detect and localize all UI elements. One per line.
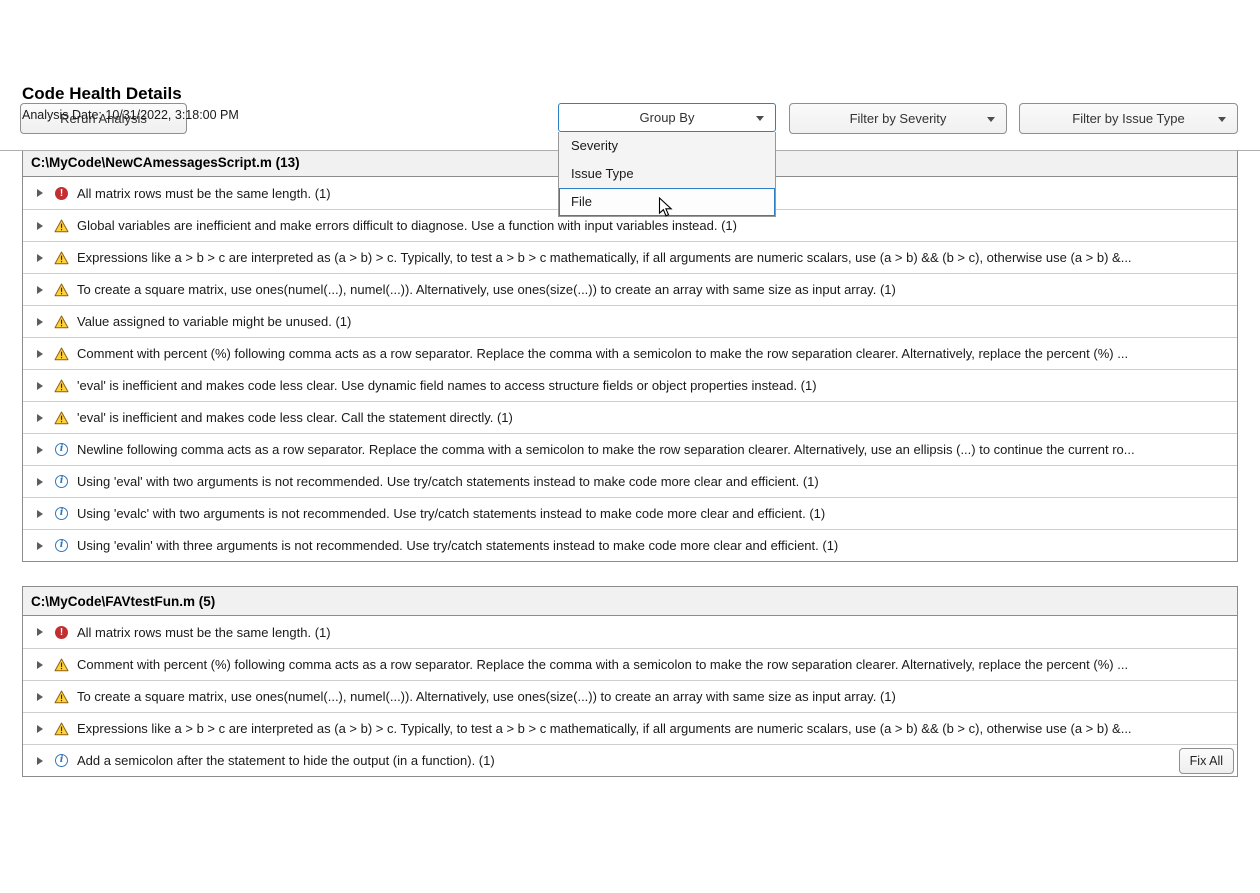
- warning-icon: [54, 722, 69, 735]
- issue-text: Comment with percent (%) following comma…: [77, 657, 1129, 672]
- issue-row[interactable]: Comment with percent (%) following comma…: [23, 337, 1237, 369]
- expand-caret-icon[interactable]: [37, 756, 43, 765]
- issue-row[interactable]: To create a square matrix, use ones(nume…: [23, 273, 1237, 305]
- analysis-date: Analysis Date: 10/31/2022, 3:18:00 PM: [22, 108, 239, 122]
- warning-icon: [54, 347, 69, 360]
- issue-row[interactable]: Expressions like a > b > c are interpret…: [23, 241, 1237, 273]
- expand-caret-icon[interactable]: [37, 381, 43, 390]
- mouse-cursor: [658, 197, 673, 217]
- warning-icon: [54, 251, 69, 264]
- info-icon: i: [55, 507, 68, 520]
- issue-text: Global variables are inefficient and mak…: [77, 218, 737, 233]
- issue-row[interactable]: Expressions like a > b > c are interpret…: [23, 712, 1237, 744]
- issue-text: Expressions like a > b > c are interpret…: [77, 250, 1132, 265]
- expand-caret-icon[interactable]: [37, 628, 43, 636]
- warning-icon: [54, 658, 69, 671]
- issue-row[interactable]: Value assigned to variable might be unus…: [23, 305, 1237, 337]
- file-group: C:\MyCode\FAVtestFun.m (5) ! All matrix r…: [22, 586, 1238, 777]
- expand-caret-icon[interactable]: [37, 253, 43, 262]
- warning-icon: [54, 219, 69, 232]
- issue-text: Value assigned to variable might be unus…: [77, 314, 352, 329]
- issue-row[interactable]: i Using 'evalc' with two arguments is not…: [23, 497, 1237, 529]
- expand-caret-icon[interactable]: [37, 413, 43, 422]
- groups-container: C:\MyCode\NewCAmessagesScript.m (13) ! Al…: [0, 147, 1260, 777]
- info-icon: i: [55, 475, 68, 488]
- warning-icon: [54, 315, 69, 328]
- issue-text: Add a semicolon after the statement to h…: [77, 753, 495, 768]
- issue-text: 'eval' is inefficient and makes code les…: [77, 378, 817, 393]
- issue-text: Expressions like a > b > c are interpret…: [77, 721, 1132, 736]
- group-rows: ! All matrix rows must be the same length…: [23, 616, 1237, 776]
- issue-text: To create a square matrix, use ones(nume…: [77, 282, 896, 297]
- issue-text: All matrix rows must be the same length.…: [77, 624, 331, 640]
- warning-icon: [54, 690, 69, 703]
- issue-text: Using 'evalin' with three arguments is n…: [77, 538, 839, 553]
- expand-caret-icon[interactable]: [37, 509, 43, 518]
- issue-row[interactable]: i Add a semicolon after the statement to …: [23, 744, 1237, 776]
- issue-text: 'eval' is inefficient and makes code les…: [77, 410, 513, 425]
- warning-icon: [54, 379, 69, 392]
- page-title: Code Health Details: [22, 84, 182, 103]
- issue-row[interactable]: 'eval' is inefficient and makes code les…: [23, 369, 1237, 401]
- issue-row[interactable]: 'eval' is inefficient and makes code les…: [23, 401, 1237, 433]
- expand-caret-icon[interactable]: [37, 660, 43, 669]
- expand-caret-icon[interactable]: [37, 189, 43, 197]
- group-rows: ! All matrix rows must be the same length…: [23, 177, 1237, 561]
- issue-row[interactable]: Comment with percent (%) following comma…: [23, 648, 1237, 680]
- warning-icon: [54, 283, 69, 296]
- expand-caret-icon[interactable]: [37, 445, 43, 454]
- issue-text: Using 'eval' with two arguments is not r…: [77, 474, 819, 489]
- issue-row[interactable]: ! All matrix rows must be the same length…: [23, 616, 1237, 648]
- expand-caret-icon[interactable]: [37, 349, 43, 358]
- menu-item-severity[interactable]: Severity: [559, 132, 775, 160]
- info-icon: i: [55, 443, 68, 456]
- issue-row[interactable]: i Using 'evalin' with three arguments is …: [23, 529, 1237, 561]
- expand-caret-icon[interactable]: [37, 692, 43, 701]
- issue-row[interactable]: i Newline following comma acts as a row s…: [23, 433, 1237, 465]
- error-icon: !: [55, 625, 68, 639]
- info-icon: i: [55, 754, 68, 767]
- issue-row[interactable]: i Using 'eval' with two arguments is not …: [23, 465, 1237, 497]
- expand-caret-icon[interactable]: [37, 477, 43, 486]
- expand-caret-icon[interactable]: [37, 317, 43, 326]
- expand-caret-icon[interactable]: [37, 221, 43, 230]
- expand-caret-icon[interactable]: [37, 285, 43, 294]
- fix-all-button[interactable]: Fix All: [1178, 748, 1234, 774]
- error-icon: !: [55, 186, 68, 200]
- issue-row[interactable]: To create a square matrix, use ones(nume…: [23, 680, 1237, 712]
- issue-text: Newline following comma acts as a row se…: [77, 442, 1135, 457]
- warning-icon: [54, 411, 69, 424]
- expand-caret-icon[interactable]: [37, 724, 43, 733]
- info-icon: i: [55, 539, 68, 552]
- menu-item-issue-type[interactable]: Issue Type: [559, 160, 775, 188]
- issue-text: To create a square matrix, use ones(nume…: [77, 689, 896, 704]
- page-heading-block: Code Health Details Analysis Date: 10/31…: [22, 84, 1238, 122]
- expand-caret-icon[interactable]: [37, 541, 43, 550]
- issue-text: Using 'evalc' with two arguments is not …: [77, 506, 826, 521]
- file-group-header: C:\MyCode\FAVtestFun.m (5): [23, 587, 1237, 616]
- issue-text: Comment with percent (%) following comma…: [77, 346, 1129, 361]
